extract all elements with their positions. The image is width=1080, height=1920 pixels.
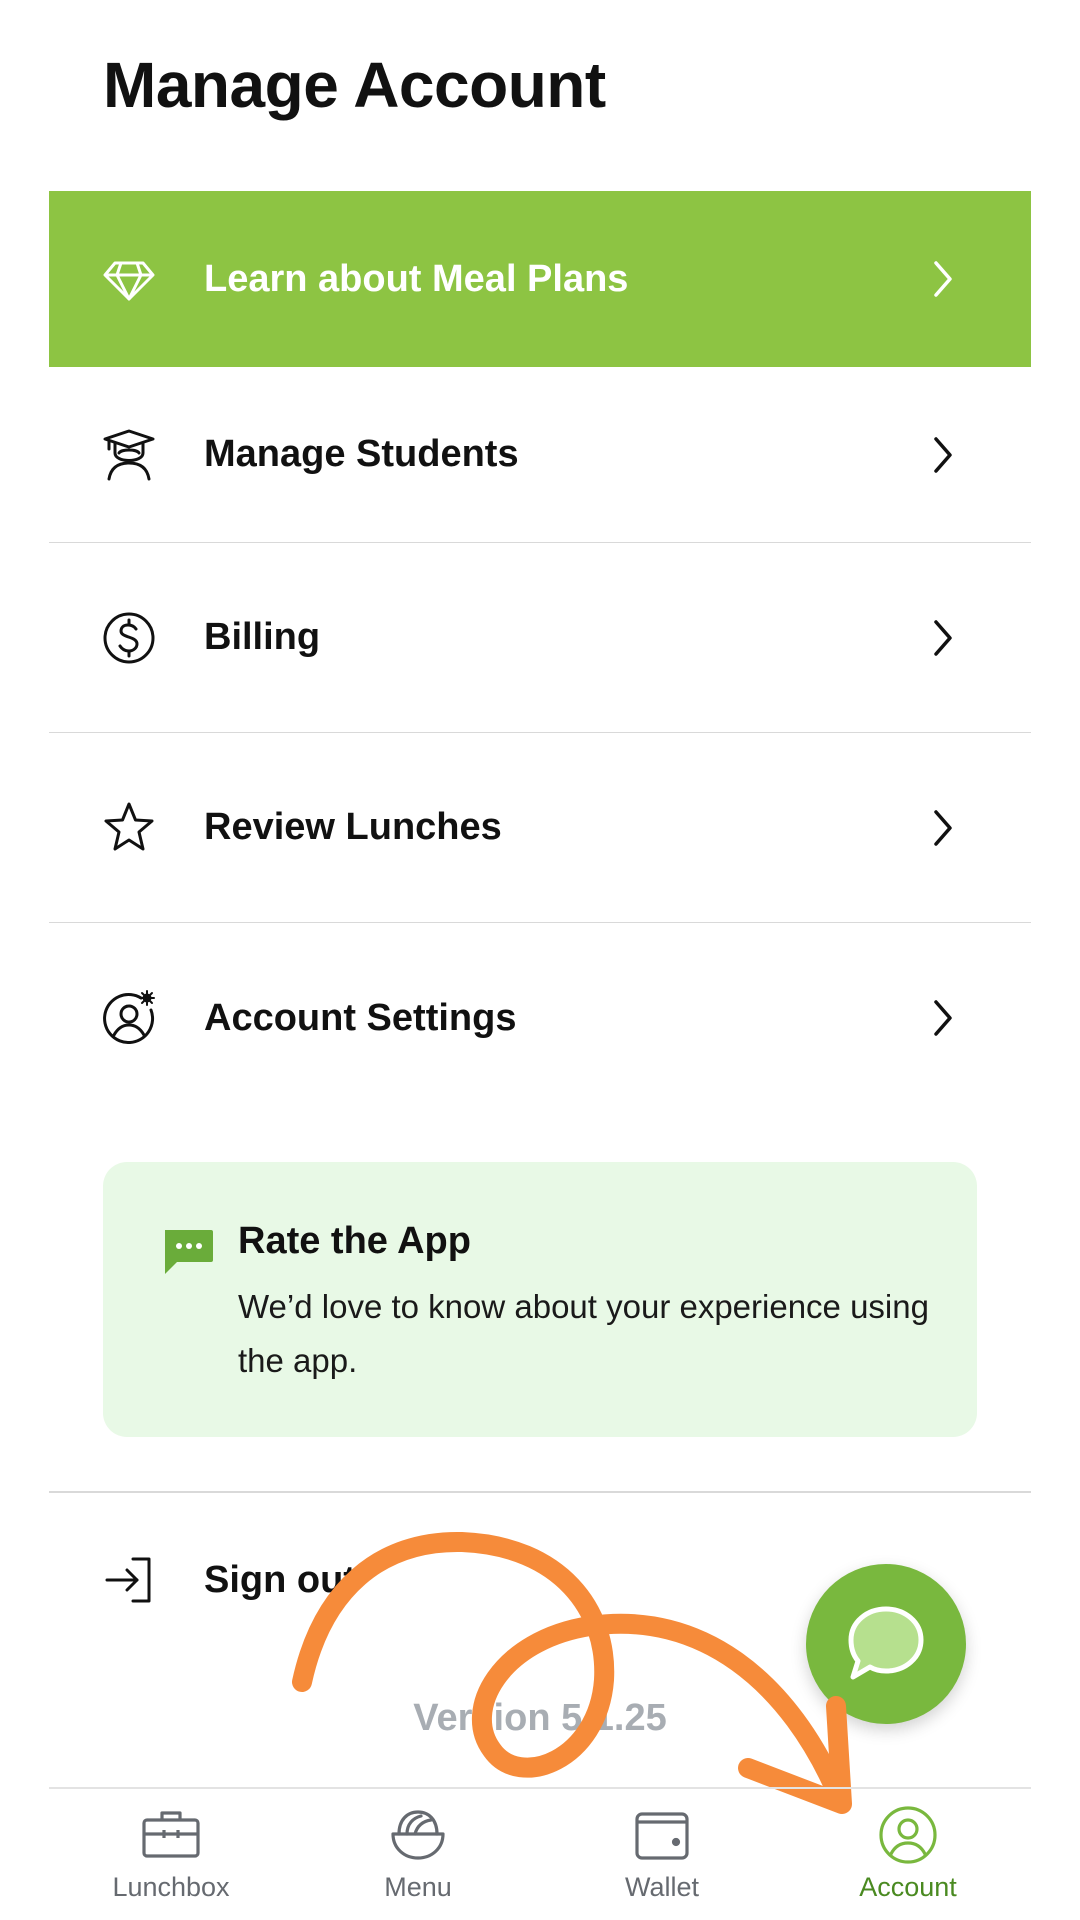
- star-icon: [101, 800, 157, 856]
- wallet-icon: [635, 1812, 689, 1860]
- manage-students-row[interactable]: Manage Students: [49, 367, 1031, 543]
- tab-account[interactable]: Account: [808, 1800, 1008, 1910]
- rate-app-card[interactable]: Rate the App We’d love to know about you…: [103, 1162, 977, 1437]
- tab-menu[interactable]: Menu: [318, 1800, 518, 1910]
- bowl-icon: [391, 1810, 445, 1860]
- dollar-circle-icon: [101, 610, 157, 666]
- account-settings-label: Account Settings: [204, 996, 517, 1039]
- account-settings-row[interactable]: Account Settings: [49, 923, 1031, 1113]
- account-icon: [879, 1806, 937, 1864]
- sign-out-row[interactable]: Sign out: [49, 1540, 649, 1620]
- rate-app-title: Rate the App: [238, 1220, 471, 1262]
- lunchbox-icon: [142, 1811, 200, 1858]
- sign-out-label: Sign out: [204, 1558, 356, 1601]
- chevron-right-icon: [924, 618, 960, 658]
- page-title: Manage Account: [103, 49, 606, 121]
- manage-students-label: Manage Students: [204, 433, 519, 475]
- graduation-cap-icon: [101, 427, 157, 483]
- divider: [49, 1491, 1031, 1493]
- tab-lunchbox[interactable]: Lunchbox: [71, 1800, 271, 1910]
- tab-wallet[interactable]: Wallet: [562, 1800, 762, 1910]
- chevron-right-icon: [924, 808, 960, 848]
- diamond-icon: [101, 251, 157, 307]
- review-lunches-label: Review Lunches: [204, 806, 502, 848]
- chevron-right-icon: [924, 259, 960, 299]
- review-lunches-row[interactable]: Review Lunches: [49, 733, 1031, 923]
- rate-app-description: We’d love to know about your experience …: [238, 1288, 929, 1379]
- meal-plans-row[interactable]: Learn about Meal Plans: [49, 191, 1031, 367]
- chevron-right-icon: [924, 998, 960, 1038]
- billing-row[interactable]: Billing: [49, 543, 1031, 733]
- chat-button[interactable]: [806, 1564, 966, 1724]
- billing-label: Billing: [204, 616, 321, 658]
- tab-bar-divider: [49, 1787, 1031, 1789]
- sign-out-icon: [103, 1553, 157, 1607]
- chat-icon: [848, 1606, 924, 1680]
- user-settings-icon: [101, 990, 157, 1046]
- meal-plans-label: Learn about Meal Plans: [204, 257, 629, 300]
- chat-bubble-icon: [161, 1228, 215, 1276]
- chevron-right-icon: [924, 435, 960, 475]
